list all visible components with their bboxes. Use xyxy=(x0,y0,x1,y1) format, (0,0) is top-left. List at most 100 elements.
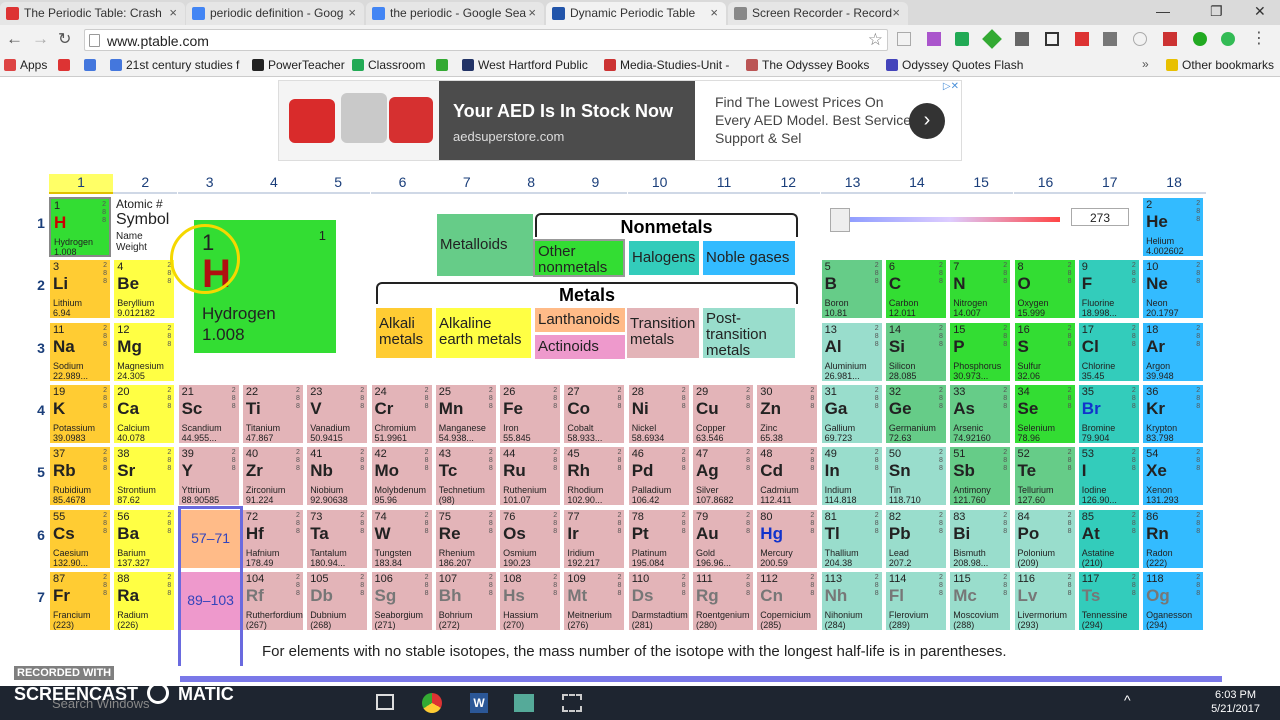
element-cell[interactable]: 44 2 8 8 Ru Ruthenium 101.07 xyxy=(499,446,562,507)
element-cell[interactable]: 84 2 8 8 Po Polonium (209) xyxy=(1013,508,1076,569)
element-cell[interactable]: 33 2 8 8 As Arsenic 74.92160 xyxy=(949,383,1012,444)
legend-lanthanoids[interactable]: Lanthanoids xyxy=(535,308,625,332)
element-cell[interactable]: 55 2 8 8 Cs Caesium 132.90... xyxy=(49,508,111,569)
element-cell[interactable]: 20 2 8 8 Ca Calcium 40.078 xyxy=(113,383,176,444)
legend-other-nonmetals[interactable]: Other nonmetals xyxy=(533,239,625,277)
element-cell[interactable]: 43 2 8 8 Tc Technetium (98) xyxy=(434,446,497,507)
rocket-icon[interactable] xyxy=(1103,32,1117,46)
tab-close-icon[interactable]: × xyxy=(348,5,356,20)
period-header[interactable]: 2 xyxy=(34,277,48,293)
element-cell[interactable]: 6 2 8 8 C Carbon 12.011 xyxy=(884,259,947,320)
element-cell[interactable]: 82 2 8 8 Pb Lead 207.2 xyxy=(884,508,947,569)
group-header[interactable]: 10 xyxy=(627,174,692,194)
element-cell[interactable]: 112 2 8 8 Cn Copernicium (285) xyxy=(756,570,819,631)
element-cell[interactable]: 40 2 8 8 Zr Zirconium 91.224 xyxy=(241,446,304,507)
bookmark-item[interactable]: 21st century studies f xyxy=(110,58,239,72)
bookmark-item[interactable]: West Hartford Public xyxy=(462,58,588,72)
word-icon[interactable]: W xyxy=(470,693,488,713)
element-cell[interactable]: 15 2 8 8 P Phosphorus 30.973... xyxy=(949,321,1012,382)
legend-metalloids[interactable]: Metalloids xyxy=(437,214,533,276)
element-cell[interactable]: 35 2 8 8 Br Bromine 79.904 xyxy=(1077,383,1140,444)
bookmark-item[interactable]: Odyssey Quotes Flash xyxy=(886,58,1023,72)
element-cell[interactable]: 7 2 8 8 N Nitrogen 14.007 xyxy=(949,259,1012,320)
element-cell[interactable]: 74 2 8 8 W Tungsten 183.84 xyxy=(370,508,433,569)
period-header[interactable]: 3 xyxy=(34,340,48,356)
temperature-input[interactable]: 273 xyxy=(1071,208,1129,226)
element-cell[interactable]: 25 2 8 8 Mn Manganese 54.938... xyxy=(434,383,497,444)
element-cell[interactable]: 11 2 8 8 Na Sodium 22.989... xyxy=(49,321,111,382)
legend-actinoids[interactable]: Actinoids xyxy=(535,335,625,359)
element-cell[interactable]: 30 2 8 8 Zn Zinc 65.38 xyxy=(756,383,819,444)
task-view-icon[interactable] xyxy=(376,694,394,710)
menu-icon[interactable]: ⋮ xyxy=(1251,28,1267,48)
element-cell[interactable]: 29 2 8 8 Cu Copper 63.546 xyxy=(692,383,754,444)
bookmark-item[interactable] xyxy=(84,58,100,72)
group-header[interactable]: 13 xyxy=(820,174,885,194)
paint-icon[interactable] xyxy=(514,694,534,712)
period-header[interactable]: 5 xyxy=(34,464,48,480)
tray-chevron-icon[interactable]: ^ xyxy=(1124,692,1131,708)
element-cell[interactable]: 54 2 8 8 Xe Xenon 131.293 xyxy=(1142,446,1205,507)
element-cell[interactable]: 31 2 8 8 Ga Gallium 69.723 xyxy=(820,383,883,444)
chrome-icon[interactable] xyxy=(422,693,442,713)
element-cell[interactable]: 26 2 8 8 Fe Iron 55.845 xyxy=(499,383,562,444)
element-cell[interactable]: 3 2 8 8 Li Lithium 6.94 xyxy=(49,259,111,320)
element-cell[interactable]: 76 2 8 8 Os Osmium 190.23 xyxy=(499,508,562,569)
element-cell[interactable]: 28 2 8 8 Ni Nickel 58.6934 xyxy=(627,383,690,444)
element-cell[interactable]: 22 2 8 8 Ti Titanium 47.867 xyxy=(241,383,304,444)
qr-icon[interactable] xyxy=(1045,32,1059,46)
bookmark-item[interactable]: Apps xyxy=(4,58,47,72)
element-cell[interactable]: 41 2 8 8 Nb Niobium 92.90638 xyxy=(306,446,369,507)
legend-alkali[interactable]: Alkali metals xyxy=(376,308,432,358)
group-header[interactable]: 9 xyxy=(563,174,628,194)
legend-post-transition[interactable]: Post-transition metals xyxy=(703,308,795,359)
period-header[interactable]: 4 xyxy=(34,402,48,418)
element-cell[interactable]: 45 2 8 8 Rh Rhodium 102.90... xyxy=(563,446,626,507)
element-cell[interactable]: 13 2 8 8 Al Aluminium 26.981... xyxy=(820,321,883,382)
element-cell[interactable]: 32 2 8 8 Ge Germanium 72.63 xyxy=(884,383,947,444)
drive-icon[interactable] xyxy=(955,32,969,46)
bookmark-item[interactable] xyxy=(58,58,74,72)
extension-icon[interactable] xyxy=(1015,32,1029,46)
tab[interactable]: the periodic - Google Sea × xyxy=(366,2,544,25)
tab[interactable]: The Periodic Table: Crash × xyxy=(0,2,185,25)
tab[interactable]: Dynamic Periodic Table × xyxy=(546,2,726,25)
element-cell[interactable]: 106 2 8 8 Sg Seaborgium (271) xyxy=(370,570,433,631)
period-header[interactable]: 7 xyxy=(34,589,48,605)
bookmark-item[interactable]: Classroom xyxy=(352,58,425,72)
group-header[interactable]: 5 xyxy=(306,174,371,194)
element-cell[interactable]: 16 2 8 8 S Sulfur 32.06 xyxy=(1013,321,1076,382)
temperature-slider-handle[interactable] xyxy=(830,208,850,232)
element-cell[interactable]: 80 2 8 8 Hg Mercury 200.59 xyxy=(756,508,819,569)
snipping-icon[interactable] xyxy=(562,694,582,712)
legend-metals[interactable]: Metals xyxy=(376,282,798,305)
element-cell[interactable]: 51 2 8 8 Sb Antimony 121.760 xyxy=(949,446,1012,507)
gmail-icon[interactable] xyxy=(1075,32,1089,46)
ad-banner[interactable]: Your AED Is In Stock Now aedsuperstore.c… xyxy=(278,80,962,161)
element-cell[interactable]: 114 2 8 8 Fl Flerovium (289) xyxy=(884,570,947,631)
group-header[interactable]: 2 xyxy=(113,174,178,194)
element-cell[interactable]: 24 2 8 8 Cr Chromium 51.9961 xyxy=(370,383,433,444)
element-cell[interactable]: 87 2 8 8 Fr Francium (223) xyxy=(49,570,111,631)
element-cell[interactable]: 9 2 8 8 F Fluorine 18.998... xyxy=(1077,259,1140,320)
group-header[interactable]: 14 xyxy=(884,174,949,194)
period-header[interactable]: 6 xyxy=(34,527,48,543)
reload-icon[interactable]: ↻ xyxy=(58,29,71,49)
maximize-button[interactable]: ❐ xyxy=(1210,3,1223,20)
element-cell[interactable]: 107 2 8 8 Bh Bohrium (272) xyxy=(434,570,497,631)
element-cell[interactable]: 73 2 8 8 Ta Tantalum 180.94... xyxy=(306,508,369,569)
tab-close-icon[interactable]: × xyxy=(710,5,718,20)
element-cell[interactable]: 36 2 8 8 Kr Krypton 83.798 xyxy=(1142,383,1205,444)
element-cell[interactable]: 81 2 8 8 Tl Thallium 204.38 xyxy=(820,508,883,569)
period-header[interactable]: 1 xyxy=(34,215,48,231)
element-cell[interactable]: 77 2 8 8 Ir Iridium 192.217 xyxy=(563,508,626,569)
temperature-slider-track[interactable] xyxy=(840,217,1060,222)
element-cell[interactable]: 48 2 8 8 Cd Cadmium 112.411 xyxy=(756,446,819,507)
element-cell[interactable]: 38 2 8 8 Sr Strontium 87.62 xyxy=(113,446,176,507)
element-cell[interactable]: 72 2 8 8 Hf Hafnium 178.49 xyxy=(241,508,304,569)
element-cell[interactable]: 111 2 8 8 Rg Roentgenium (280) xyxy=(692,570,754,631)
ad-arrow-button[interactable]: › xyxy=(909,103,945,139)
element-cell[interactable]: 108 2 8 8 Hs Hassium (270) xyxy=(499,570,562,631)
element-cell[interactable]: 47 2 8 8 Ag Silver 107.8682 xyxy=(692,446,754,507)
element-cell[interactable]: 115 2 8 8 Mc Moscovium (288) xyxy=(949,570,1012,631)
